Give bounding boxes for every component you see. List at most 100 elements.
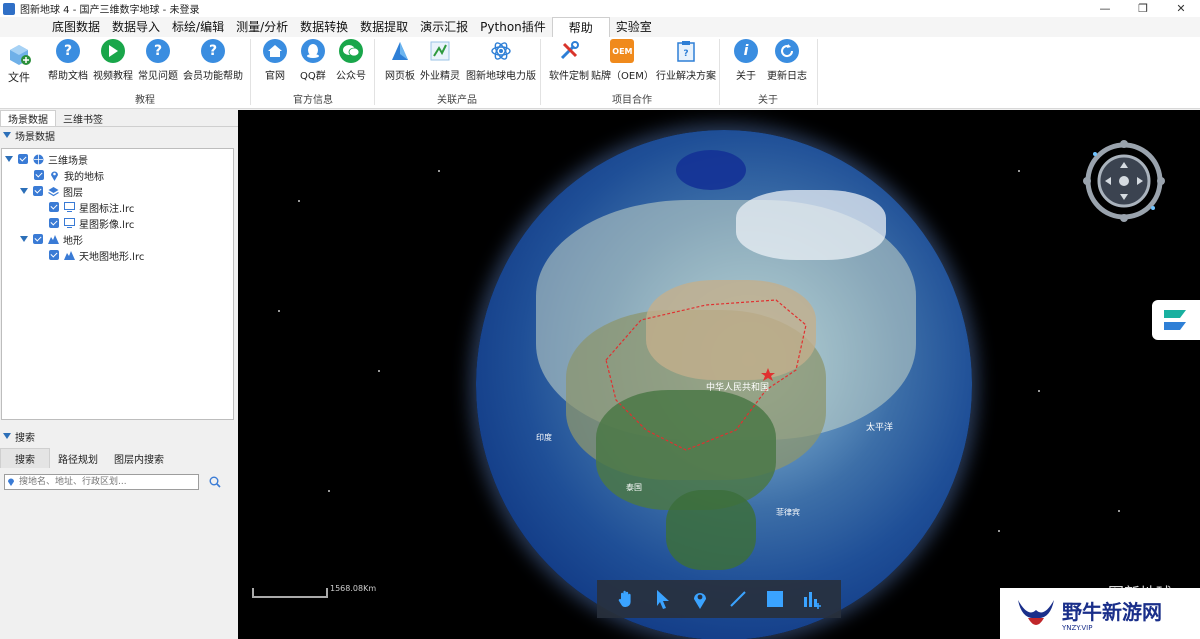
tab-python[interactable]: Python插件 — [474, 17, 552, 37]
tab-lab[interactable]: 实验室 — [610, 17, 658, 37]
bull-logo-icon — [1018, 600, 1054, 625]
checkbox[interactable] — [18, 154, 28, 164]
side-panel-toggle[interactable] — [1152, 300, 1200, 340]
official-site-button[interactable]: 官网 — [263, 39, 287, 82]
navigation-compass[interactable] — [1083, 140, 1165, 222]
tree-item-star-imagery[interactable]: 星图影像.lrc — [49, 215, 134, 231]
globe-icon — [33, 154, 44, 165]
tree-item-label: 我的地标 — [64, 171, 104, 183]
search-header[interactable]: 搜索 — [0, 428, 238, 444]
oem-icon: OEM — [610, 39, 635, 63]
video-tutorial-button[interactable]: 视频教程 — [93, 39, 133, 82]
tab-basemap[interactable]: 底图数据 — [46, 17, 106, 37]
scale-label: 1568.08Km — [330, 584, 377, 593]
oem-button[interactable]: OEM 贴牌（OEM） — [591, 39, 654, 82]
search-input[interactable] — [4, 474, 199, 490]
checkbox[interactable] — [49, 218, 59, 228]
qq-icon — [300, 39, 325, 63]
checkbox[interactable] — [34, 170, 44, 180]
help-docs-button[interactable]: ? 帮助文档 — [48, 39, 88, 82]
earth-globe[interactable]: 中华人民共和国 太平洋 菲律宾 印度 泰国 — [476, 130, 972, 639]
search-title: 搜索 — [15, 432, 35, 444]
oem-label: 贴牌（OEM） — [591, 71, 654, 82]
minimize-button[interactable]: — — [1086, 0, 1124, 17]
restore-button[interactable]: ❐ — [1124, 0, 1162, 17]
checkbox[interactable] — [33, 234, 43, 244]
close-button[interactable]: ✕ — [1162, 0, 1200, 17]
tab-search[interactable]: 搜索 — [0, 448, 50, 468]
left-panel: 场景数据 三维书签 场景数据 三维场景 我的地标 图层 星图标注.lrc 星图影… — [0, 110, 238, 639]
pin-icon[interactable] — [689, 588, 711, 610]
wechat-account-label: 公众号 — [336, 71, 366, 82]
tree-item-layers[interactable]: 图层 — [20, 183, 83, 199]
faq-button[interactable]: ? 常见问题 — [138, 39, 178, 82]
pin-icon — [49, 170, 60, 181]
file-icon — [6, 41, 32, 67]
monitor-icon — [64, 202, 75, 213]
line-icon[interactable] — [727, 588, 749, 610]
tree-item-label: 星图标注.lrc — [79, 203, 135, 215]
file-button[interactable]: 文件 — [0, 37, 38, 109]
industry-solution-button[interactable]: ? 行业解决方案 — [656, 39, 716, 82]
map-toolbar — [597, 580, 841, 618]
search-icon[interactable] — [209, 476, 221, 488]
question-icon: ? — [201, 39, 225, 63]
checkbox[interactable] — [49, 250, 59, 260]
tab-import[interactable]: 数据导入 — [106, 17, 166, 37]
pacific-label: 太平洋 — [866, 421, 893, 433]
pointer-icon[interactable] — [652, 588, 674, 610]
title-bar: 图新地球 4 - 国产三维数字地球 - 未登录 — ❐ ✕ — [0, 0, 1200, 17]
checkbox[interactable] — [33, 186, 43, 196]
scene-data-header[interactable]: 场景数据 — [0, 127, 238, 143]
custom-software-button[interactable]: 软件定制 — [549, 39, 589, 82]
tab-measure[interactable]: 测量/分析 — [230, 17, 294, 37]
about-button[interactable]: i 关于 — [734, 39, 758, 82]
hand-icon[interactable] — [615, 588, 637, 610]
window-title: 图新地球 4 - 国产三维数字地球 - 未登录 — [20, 5, 200, 16]
tree-item-terrain[interactable]: 地形 — [20, 231, 83, 247]
tree-item-3d-scene[interactable]: 三维场景 — [5, 151, 88, 167]
terrain-icon — [48, 234, 59, 245]
qq-group-button[interactable]: QQ群 — [300, 39, 326, 82]
home-icon — [263, 39, 287, 63]
expand-icon[interactable] — [20, 188, 28, 194]
field-assistant-button[interactable]: 外业精灵 — [420, 39, 460, 82]
menu-bar: 底图数据 数据导入 标绘/编辑 测量/分析 数据转换 数据提取 演示汇报 Pyt… — [0, 17, 1200, 37]
tree-item-tianditu-terrain[interactable]: 天地图地形.lrc — [49, 247, 144, 263]
group-label-related: 关联产品 — [437, 95, 477, 106]
map-view[interactable]: 中华人民共和国 太平洋 菲律宾 印度 泰国 1568.08Km — [238, 110, 1200, 639]
wechat-account-button[interactable]: 公众号 — [336, 39, 366, 82]
checkbox[interactable] — [49, 202, 59, 212]
wechat-icon — [339, 39, 363, 63]
info-icon: i — [734, 39, 758, 63]
atom-icon — [489, 39, 513, 63]
tab-layer-search[interactable]: 图层内搜索 — [106, 448, 172, 468]
member-help-button[interactable]: ? 会员功能帮助 — [183, 39, 243, 82]
tree-item-label: 地形 — [63, 235, 83, 247]
tab-help[interactable]: 帮助 — [551, 17, 610, 37]
china-label: 中华人民共和国 — [706, 381, 769, 393]
web-edition-button[interactable]: 网页板 — [385, 39, 415, 82]
tree-item-star-annotation[interactable]: 星图标注.lrc — [49, 199, 134, 215]
file-label: 文件 — [8, 71, 30, 84]
refresh-icon — [775, 39, 799, 63]
web-edition-icon — [388, 39, 412, 63]
tab-plot[interactable]: 标绘/编辑 — [166, 17, 230, 37]
tab-3d-bookmarks[interactable]: 三维书签 — [56, 110, 110, 126]
scene-tree: 三维场景 我的地标 图层 星图标注.lrc 星图影像.lrc 地形 天地图地形.… — [1, 148, 234, 420]
tree-item-label: 天地图地形.lrc — [79, 251, 145, 263]
tab-route-planning[interactable]: 路径规划 — [50, 448, 106, 468]
tab-extract[interactable]: 数据提取 — [354, 17, 414, 37]
scene-data-title: 场景数据 — [15, 131, 55, 143]
expand-icon[interactable] — [5, 156, 13, 162]
tab-scene-data[interactable]: 场景数据 — [0, 110, 56, 126]
tab-convert[interactable]: 数据转换 — [294, 17, 354, 37]
scale-bar: 1568.08Km — [252, 584, 376, 598]
chart-icon[interactable] — [801, 588, 823, 610]
square-icon[interactable] — [764, 588, 786, 610]
power-edition-button[interactable]: 图新地球电力版 — [466, 39, 536, 82]
changelog-button[interactable]: 更新日志 — [767, 39, 807, 82]
expand-icon[interactable] — [20, 236, 28, 242]
tab-present[interactable]: 演示汇报 — [414, 17, 474, 37]
tree-item-my-landmarks[interactable]: 我的地标 — [34, 167, 104, 183]
